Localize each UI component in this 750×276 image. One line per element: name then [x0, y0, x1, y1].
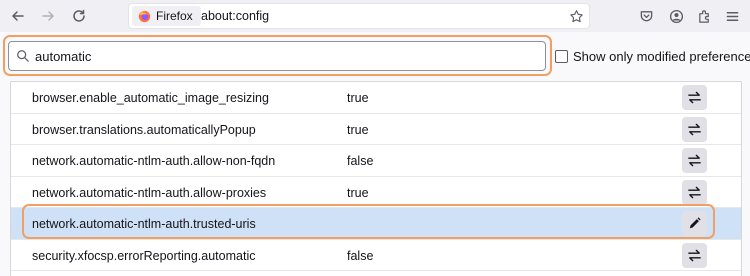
account-button[interactable] [667, 7, 685, 25]
star-icon [569, 9, 583, 22]
table-row-selected[interactable]: network.automatic-ntlm-auth.trusted-uris [11, 208, 741, 240]
bookmark-star-button[interactable] [567, 7, 585, 25]
edit-button[interactable] [682, 211, 707, 236]
pref-value: false [347, 154, 374, 168]
identity-label: Firefox [156, 9, 193, 23]
toggle-arrows-icon [688, 91, 701, 104]
toggle-button[interactable] [682, 242, 707, 268]
pref-name: network.automatic-ntlm-auth.allow-proxie… [32, 185, 267, 200]
search-icon [17, 50, 29, 62]
hamburger-menu-icon [726, 11, 738, 21]
show-modified-label: Show only modified preferences [573, 49, 750, 64]
toggle-arrows-icon [688, 186, 701, 198]
pref-value: true [347, 185, 369, 200]
search-box[interactable] [8, 41, 546, 71]
toggle-button[interactable] [682, 85, 707, 110]
table-row[interactable]: browser.enable_automatic_image_resizing … [11, 82, 741, 114]
reload-icon [73, 9, 85, 22]
pref-value: false [347, 248, 374, 263]
app-menu-button[interactable] [723, 7, 741, 25]
pref-value: true [347, 122, 369, 137]
url-text[interactable]: about:config [201, 9, 269, 23]
toggle-arrows-icon [688, 249, 701, 261]
table-row[interactable]: browser.translations.automaticallyPopup … [11, 114, 741, 145]
toggle-button[interactable] [682, 148, 707, 173]
identity-box[interactable]: Firefox [132, 6, 201, 26]
toggle-arrows-icon [688, 123, 701, 135]
pref-name: network.automatic-ntlm-auth.trusted-uris [32, 217, 256, 231]
preferences-table: browser.enable_automatic_image_resizing … [10, 81, 742, 276]
pref-name: browser.enable_automatic_image_resizing [32, 91, 269, 105]
table-row[interactable]: network.automatic-ntlm-auth.allow-non-fq… [11, 145, 741, 177]
toggle-arrows-icon [688, 154, 701, 167]
pencil-icon [689, 217, 701, 229]
toggle-button[interactable] [682, 116, 707, 142]
extensions-button[interactable] [695, 7, 713, 25]
pref-name: security.xfocsp.errorReporting.automatic [32, 248, 256, 263]
toggle-button[interactable] [682, 179, 707, 205]
pref-name: browser.translations.automaticallyPopup [32, 122, 256, 137]
account-icon [669, 9, 683, 23]
url-bar[interactable]: Firefox about:config [128, 3, 590, 29]
reload-button[interactable] [67, 4, 91, 28]
forward-arrow-icon [42, 11, 54, 21]
table-row[interactable]: security.xfocsp.errorReporting.automatic… [11, 240, 741, 271]
back-button[interactable] [6, 4, 30, 28]
pocket-button[interactable] [637, 7, 655, 25]
pocket-icon [640, 10, 652, 21]
table-row[interactable]: network.automatic-ntlm-auth.allow-proxie… [11, 177, 741, 208]
search-input[interactable] [35, 47, 535, 66]
forward-button[interactable] [36, 4, 60, 28]
pref-value: true [347, 91, 369, 105]
puzzle-piece-icon [698, 9, 709, 23]
back-arrow-icon [12, 11, 24, 21]
browser-toolbar: Firefox about:config [0, 0, 750, 32]
show-modified-checkbox[interactable] [555, 50, 568, 63]
firefox-logo-icon [138, 10, 151, 22]
pref-name: network.automatic-ntlm-auth.allow-non-fq… [32, 154, 276, 168]
show-modified-toggle[interactable]: Show only modified preferences [555, 49, 750, 64]
